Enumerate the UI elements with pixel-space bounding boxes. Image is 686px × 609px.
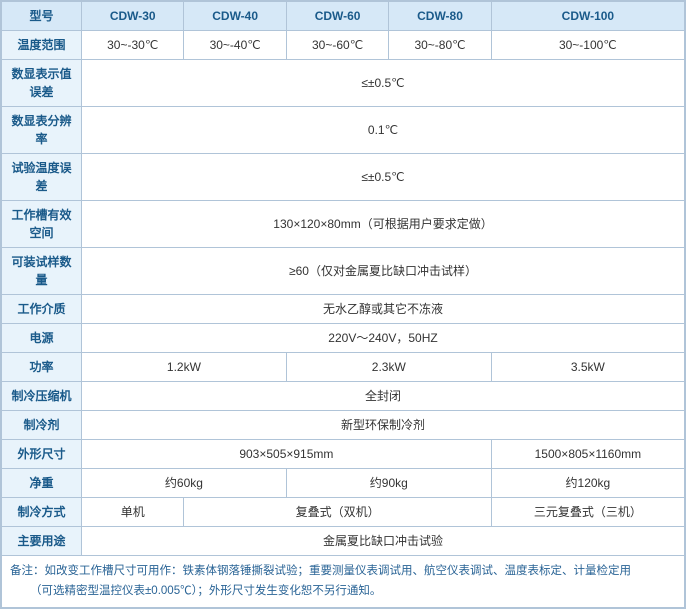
- table-row: 数显表示值误差 ≤±0.5℃: [2, 60, 685, 107]
- cell-power: 220V～240V，50HZ: [82, 324, 685, 353]
- table-row: 制冷方式 单机 复叠式（双机） 三元复叠式（三机）: [2, 498, 685, 527]
- row-label-sample-count: 可装试样数量: [2, 248, 82, 295]
- row-label-workspace: 工作槽有效空间: [2, 201, 82, 248]
- row-label-power: 电源: [2, 324, 82, 353]
- cell-weight-2: 约90kg: [286, 469, 491, 498]
- row-label-refrigerant: 制冷剂: [2, 411, 82, 440]
- cell-compressor: 全封闭: [82, 382, 685, 411]
- table-header-row: 型号 CDW-30 CDW-40 CDW-60 CDW-80 CDW-100: [2, 2, 685, 31]
- header-model: 型号: [2, 2, 82, 31]
- row-label-resolution: 数显表分辨率: [2, 107, 82, 154]
- header-cdw30: CDW-30: [82, 2, 184, 31]
- row-label-compressor: 制冷压缩机: [2, 382, 82, 411]
- table-row: 制冷剂 新型环保制冷剂: [2, 411, 685, 440]
- header-cdw100: CDW-100: [491, 2, 684, 31]
- row-label-dimensions: 外形尺寸: [2, 440, 82, 469]
- cell-cdw100-temp: 30~-100℃: [491, 31, 684, 60]
- cell-main-use: 金属夏比缺口冲击试验: [82, 527, 685, 556]
- note-line1: 备注：如改变工作槽尺寸可用作：铁素体钢落锤撕裂试验；重要测量仪表调试用、航空仪表…: [10, 565, 631, 577]
- cell-cdw80-temp: 30~-80℃: [389, 31, 491, 60]
- table-row: 试验温度误差 ≤±0.5℃: [2, 154, 685, 201]
- row-label-wattage: 功率: [2, 353, 82, 382]
- cell-cdw30-temp: 30~-30℃: [82, 31, 184, 60]
- row-label-medium: 工作介质: [2, 295, 82, 324]
- table-row: 数显表分辨率 0.1℃: [2, 107, 685, 154]
- header-cdw40: CDW-40: [184, 2, 286, 31]
- header-cdw60: CDW-60: [286, 2, 388, 31]
- row-label-main-use: 主要用途: [2, 527, 82, 556]
- header-cdw80: CDW-80: [389, 2, 491, 31]
- cell-cooling-3: 三元复叠式（三机）: [491, 498, 684, 527]
- spec-table: 型号 CDW-30 CDW-40 CDW-60 CDW-80 CDW-100 温…: [0, 0, 686, 609]
- row-label-weight: 净重: [2, 469, 82, 498]
- table-row: 温度范围 30~-30℃ 30~-40℃ 30~-60℃ 30~-80℃ 30~…: [2, 31, 685, 60]
- cell-display-error: ≤±0.5℃: [82, 60, 685, 107]
- table-row: 工作槽有效空间 130×120×80mm（可根据用户要求定做）: [2, 201, 685, 248]
- cell-test-error: ≤±0.5℃: [82, 154, 685, 201]
- cell-dimensions-2: 1500×805×1160mm: [491, 440, 684, 469]
- cell-wattage-2: 2.3kW: [286, 353, 491, 382]
- cell-weight-3: 约120kg: [491, 469, 684, 498]
- table-row: 净重 约60kg 约90kg 约120kg: [2, 469, 685, 498]
- cell-workspace: 130×120×80mm（可根据用户要求定做）: [82, 201, 685, 248]
- cell-cooling-1: 单机: [82, 498, 184, 527]
- cell-cdw40-temp: 30~-40℃: [184, 31, 286, 60]
- table-row: 可装试样数量 ≥60（仅对金属夏比缺口冲击试样）: [2, 248, 685, 295]
- cell-sample-count: ≥60（仅对金属夏比缺口冲击试样）: [82, 248, 685, 295]
- row-label-temp-range: 温度范围: [2, 31, 82, 60]
- table-row: 主要用途 金属夏比缺口冲击试验: [2, 527, 685, 556]
- cell-refrigerant: 新型环保制冷剂: [82, 411, 685, 440]
- table-row: 功率 1.2kW 2.3kW 3.5kW: [2, 353, 685, 382]
- table-row: 外形尺寸 903×505×915mm 1500×805×1160mm: [2, 440, 685, 469]
- table-row: 制冷压缩机 全封闭: [2, 382, 685, 411]
- cell-wattage-3: 3.5kW: [491, 353, 684, 382]
- cell-resolution: 0.1℃: [82, 107, 685, 154]
- cell-cooling-2: 复叠式（双机）: [184, 498, 491, 527]
- row-label-test-error: 试验温度误差: [2, 154, 82, 201]
- cell-weight-1: 约60kg: [82, 469, 287, 498]
- row-label-display-error: 数显表示值误差: [2, 60, 82, 107]
- cell-medium: 无水乙醇或其它不冻液: [82, 295, 685, 324]
- note-text: 备注：如改变工作槽尺寸可用作：铁素体钢落锤撕裂试验；重要测量仪表调试用、航空仪表…: [2, 556, 685, 608]
- cell-wattage-1: 1.2kW: [82, 353, 287, 382]
- cell-dimensions-1: 903×505×915mm: [82, 440, 492, 469]
- table-row: 电源 220V～240V，50HZ: [2, 324, 685, 353]
- note-row: 备注：如改变工作槽尺寸可用作：铁素体钢落锤撕裂试验；重要测量仪表调试用、航空仪表…: [2, 556, 685, 608]
- note-line2: （可选精密型温控仪表±0.005℃）；外形尺寸发生变化恕不另行通知。: [10, 585, 381, 597]
- cell-cdw60-temp: 30~-60℃: [286, 31, 388, 60]
- table-row: 工作介质 无水乙醇或其它不冻液: [2, 295, 685, 324]
- row-label-cooling-method: 制冷方式: [2, 498, 82, 527]
